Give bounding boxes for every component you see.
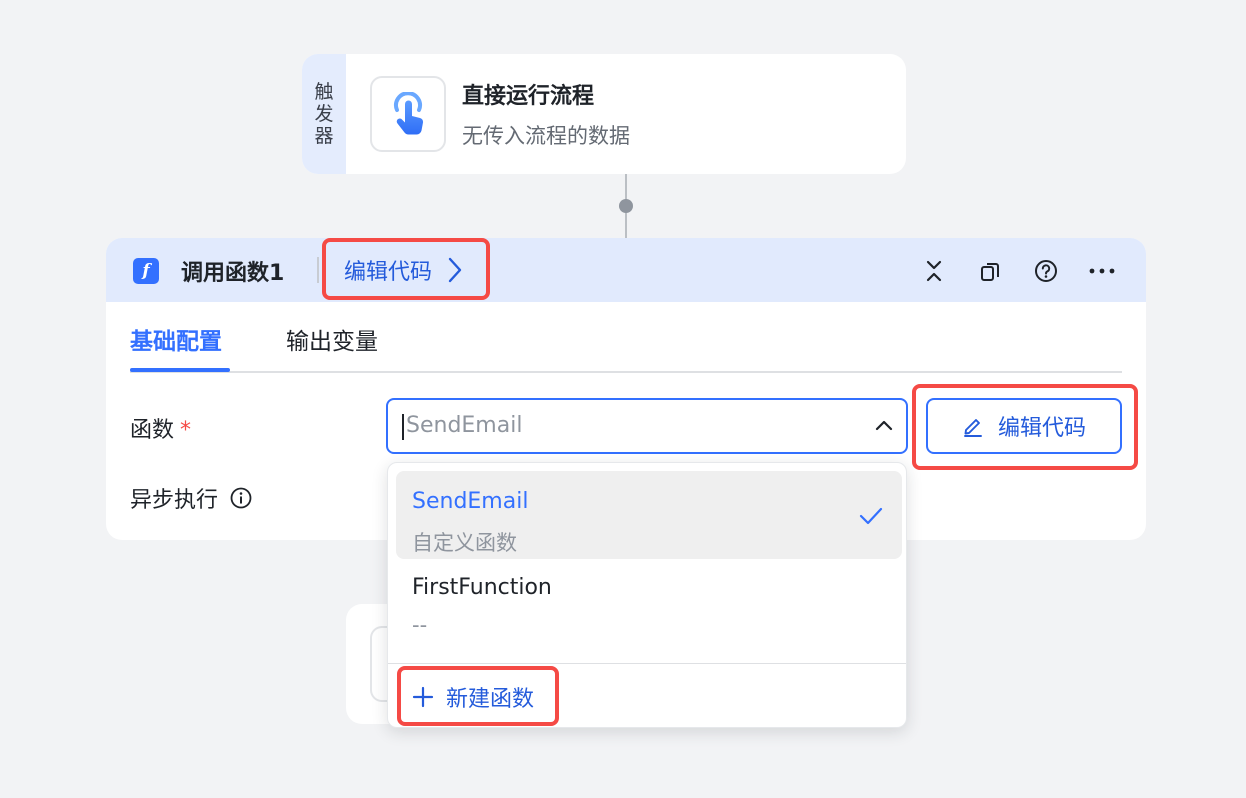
new-function-label: 新建函数 [446, 687, 535, 712]
function-select-input[interactable]: SendEmail [406, 413, 522, 438]
option-subtitle: 自定义函数 [412, 531, 517, 555]
trigger-card[interactable]: 触 发 器 直接运行流程 无传入流程的数据 [302, 54, 906, 174]
chevron-right-icon [448, 257, 462, 283]
tabs-divider [130, 371, 1122, 373]
collapse-icon[interactable] [919, 256, 949, 286]
tab-output-variables[interactable]: 输出变量 [286, 322, 378, 356]
edit-code-button[interactable]: 编辑代码 [926, 398, 1122, 454]
trigger-title: 直接运行流程 [462, 84, 595, 109]
trigger-tag: 触 发 器 [302, 54, 346, 174]
async-field-label: 异步执行 [130, 482, 252, 514]
touch-hand-icon [370, 76, 446, 152]
function-field-label: 函数 * [130, 412, 191, 444]
edit-code-link-label: 编辑代码 [344, 260, 433, 285]
text-caret [402, 414, 404, 440]
dropdown-option-sendemail[interactable]: SendEmail 自定义函数 [396, 471, 902, 559]
new-function-button[interactable]: 新建函数 [412, 681, 534, 713]
async-label-text: 异步执行 [130, 488, 219, 513]
node-title[interactable]: 调用函数1 [181, 255, 284, 287]
copy-icon[interactable] [975, 256, 1005, 286]
trigger-tag-char: 触 [314, 81, 334, 103]
option-subtitle: -- [412, 613, 428, 637]
dropdown-divider [388, 663, 906, 664]
trigger-tag-char: 发 [314, 103, 334, 125]
check-icon [859, 507, 883, 525]
header-divider [317, 257, 319, 283]
connector-dot[interactable] [619, 199, 633, 213]
function-dropdown: SendEmail 自定义函数 FirstFunction -- 新建函数 [387, 462, 907, 728]
active-tab-indicator [130, 368, 230, 372]
help-icon[interactable] [1031, 256, 1061, 286]
edit-code-button-label: 编辑代码 [997, 416, 1086, 441]
info-icon[interactable] [230, 487, 252, 509]
option-name: SendEmail [412, 489, 529, 514]
required-mark: * [180, 418, 192, 443]
chevron-up-icon[interactable] [872, 414, 896, 438]
node-header: f 调用函数1 编辑代码 [106, 238, 1146, 302]
trigger-subtitle: 无传入流程的数据 [462, 124, 630, 148]
plus-icon [412, 686, 434, 708]
tab-basic-config[interactable]: 基础配置 [130, 322, 222, 356]
function-icon: f [133, 258, 159, 284]
edit-code-link[interactable]: 编辑代码 [344, 254, 462, 286]
function-label-text: 函数 [130, 418, 175, 443]
more-icon[interactable] [1087, 256, 1117, 286]
trigger-tag-char: 器 [314, 125, 334, 147]
function-select[interactable]: SendEmail [386, 398, 908, 454]
pencil-icon [964, 419, 982, 437]
dropdown-option-firstfunction[interactable]: FirstFunction [412, 575, 552, 600]
